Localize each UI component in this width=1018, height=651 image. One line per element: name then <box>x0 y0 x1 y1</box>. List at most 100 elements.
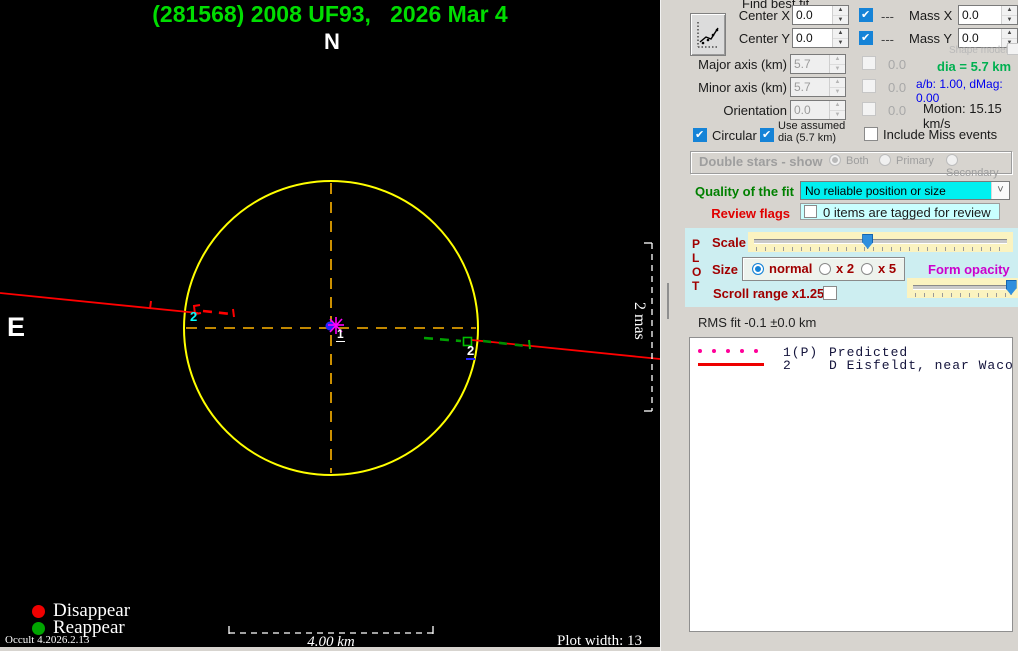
plot-width-label: Plot width: 13 km <box>557 633 660 651</box>
east-label: E <box>7 312 25 343</box>
scale-slider-ticks <box>756 247 1005 251</box>
form-opacity-slider-track <box>913 285 1012 290</box>
size-option-normal[interactable]: normal <box>752 261 812 276</box>
plot-drawing <box>0 0 660 647</box>
occult-window: (281568) 2008 UF93, 2026 Mar 4 N E 2 1 2… <box>0 0 1018 651</box>
station-list[interactable]: 1(P) Predicted 2 D Eisfeldt, near Waco <box>689 337 1013 632</box>
double-stars-option-primary[interactable]: Primary <box>879 154 934 167</box>
double-stars-group: Double stars - show Both Primary Seconda… <box>690 151 1012 174</box>
both-radio-label: Both <box>846 155 869 167</box>
both-radio[interactable] <box>829 154 841 166</box>
orientation-spinner[interactable]: ▲▼ <box>829 101 845 119</box>
center-x-input[interactable] <box>793 6 835 24</box>
center-y-suffix: --- <box>881 32 894 47</box>
km-scale-bracket <box>229 626 433 634</box>
size-x2-label: x 2 <box>836 261 854 276</box>
panel-splitter[interactable] <box>660 0 674 651</box>
station-id: 2 <box>783 358 792 373</box>
chord-dashed-left <box>203 311 231 314</box>
orientation-checkbox[interactable] <box>862 102 876 116</box>
use-assumed-dia-checkbox[interactable] <box>760 128 774 142</box>
minor-axis-input[interactable] <box>791 78 832 96</box>
scale-slider[interactable] <box>748 232 1013 252</box>
review-flags-checkbox[interactable] <box>804 205 817 218</box>
scroll-range-checkbox[interactable] <box>823 286 837 300</box>
major-axis-spinner[interactable]: ▲▼ <box>829 55 845 73</box>
major-axis-checkbox[interactable] <box>862 56 876 70</box>
reappear-dot-icon <box>32 622 45 635</box>
shape-model-label: Shape model <box>949 45 1008 56</box>
north-label: N <box>322 29 342 55</box>
observed-dashed-left <box>424 338 461 341</box>
plot-letter-l: L <box>692 251 699 265</box>
center-y-checkbox[interactable] <box>859 31 873 45</box>
major-axis-input[interactable] <box>791 55 832 73</box>
quality-of-fit-combobox[interactable]: No reliable position or size ˅ <box>800 181 1010 200</box>
size-x5-radio[interactable] <box>861 263 873 275</box>
plot-legend: Disappear Reappear <box>32 603 130 637</box>
major-axis-label: Major axis (km) <box>691 57 787 72</box>
disappear-dot-icon <box>32 605 45 618</box>
scale-label: Scale <box>712 235 746 250</box>
center-y-label: Center Y <box>733 31 790 46</box>
secondary-radio-label: Secondary <box>946 167 999 179</box>
include-miss-checkbox[interactable] <box>864 127 878 141</box>
center-y-field[interactable]: ▲▼ <box>792 28 849 48</box>
chord-tick-left <box>150 301 151 309</box>
orientation-field[interactable]: ▲▼ <box>790 100 846 120</box>
include-miss-label: Include Miss events <box>883 127 997 142</box>
chord-end-tick-left <box>233 309 234 317</box>
orientation-input[interactable] <box>791 101 832 119</box>
plot-letter-o: O <box>692 265 701 279</box>
minor-axis-spinner[interactable]: ▲▼ <box>829 78 845 96</box>
mass-y-label: Mass Y <box>909 31 952 46</box>
size-normal-label: normal <box>769 261 812 276</box>
circular-checkbox[interactable] <box>693 128 707 142</box>
center-y-spinner[interactable]: ▲▼ <box>832 29 848 47</box>
center-y-input[interactable] <box>793 29 835 47</box>
plot-letter-p: P <box>692 237 700 251</box>
primary-radio[interactable] <box>879 154 891 166</box>
center-x-spinner[interactable]: ▲▼ <box>832 6 848 24</box>
size-normal-radio[interactable] <box>752 263 764 275</box>
predicted-dots-icon <box>698 349 768 353</box>
observed-tick-right <box>529 340 530 349</box>
size-option-x5[interactable]: x 5 <box>861 261 896 276</box>
shape-model-checkbox[interactable] <box>1007 43 1018 55</box>
minor-axis-label: Minor axis (km) <box>691 80 787 95</box>
chord-path-left <box>0 293 198 313</box>
use-assumed-dia-label: Use assumed dia (5.7 km) <box>778 120 852 144</box>
combobox-dropdown-icon[interactable]: ˅ <box>991 182 1009 199</box>
mass-x-input[interactable] <box>959 6 1004 24</box>
size-option-x2[interactable]: x 2 <box>819 261 854 276</box>
chord-number-right: 2 <box>466 343 475 360</box>
legend-reappear-label: Reappear <box>53 617 125 639</box>
fit-chart-icon <box>695 20 721 50</box>
mass-x-spinner[interactable]: ▲▼ <box>1001 6 1017 24</box>
review-flags-text: 0 items are tagged for review <box>823 205 991 220</box>
scale-slider-track <box>754 239 1007 244</box>
center-x-field[interactable]: ▲▼ <box>792 5 849 25</box>
double-stars-option-secondary[interactable]: Secondary <box>946 154 1011 179</box>
double-stars-option-both[interactable]: Both <box>829 154 869 167</box>
occultation-plot-canvas[interactable]: (281568) 2008 UF93, 2026 Mar 4 N E 2 1 2… <box>0 0 660 647</box>
center-x-label: Center X <box>733 8 790 23</box>
form-opacity-slider[interactable] <box>907 278 1018 298</box>
scroll-range-label: Scroll range x1.25 <box>713 286 824 301</box>
center-x-checkbox[interactable] <box>859 8 873 22</box>
plot-title: (281568) 2008 UF93, 2026 Mar 4 <box>0 1 660 28</box>
observed-dashed-right <box>483 341 526 346</box>
major-axis-field[interactable]: ▲▼ <box>790 54 846 74</box>
diameter-label: dia = 5.7 km <box>937 59 1011 74</box>
minor-axis-checkbox[interactable] <box>862 79 876 93</box>
center-star-number: 1 <box>336 327 345 342</box>
minor-axis-field[interactable]: ▲▼ <box>790 77 846 97</box>
mass-x-field[interactable]: ▲▼ <box>958 5 1018 25</box>
secondary-radio[interactable] <box>946 154 958 166</box>
orientation-label: Orientation <box>691 103 787 118</box>
size-x5-label: x 5 <box>878 261 896 276</box>
find-best-fit-button[interactable] <box>690 13 726 56</box>
size-x2-radio[interactable] <box>819 263 831 275</box>
minor-axis-aux: 0.0 <box>888 80 906 95</box>
size-label: Size <box>712 262 738 277</box>
